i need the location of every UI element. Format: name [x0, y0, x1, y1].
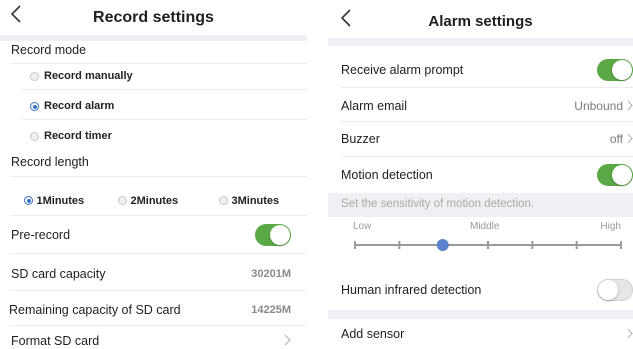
- divider: [11, 290, 307, 291]
- sd-remaining-value: 14225M: [251, 304, 291, 316]
- sd-capacity-value: 30201M: [251, 268, 291, 280]
- toggle-knob: [612, 165, 632, 185]
- format-sd-label: Format SD card: [11, 334, 100, 348]
- radio-selected-icon: [30, 102, 39, 112]
- infrared-row: Human infrared detection: [328, 279, 633, 301]
- divider: [11, 325, 307, 326]
- radio-icon: [30, 72, 39, 82]
- radio-record-alarm[interactable]: Record alarm: [0, 97, 307, 115]
- divider: [11, 176, 307, 177]
- option-label: 2Minutes: [130, 195, 179, 207]
- buzzer-label: Buzzer: [341, 132, 380, 146]
- buzzer-row[interactable]: Buzzer off: [328, 130, 633, 148]
- receive-alarm-toggle[interactable]: [597, 59, 633, 81]
- receive-alarm-label: Receive alarm prompt: [341, 63, 464, 77]
- divider: [341, 121, 633, 122]
- divider: [22, 119, 307, 120]
- option-label: Record alarm: [44, 100, 115, 112]
- divider: [11, 215, 307, 216]
- gutter: [307, 0, 328, 349]
- record-length-label: Record length: [11, 155, 89, 169]
- sensitivity-hint: Set the sensitivity of motion detection.: [341, 198, 535, 210]
- radio-icon: [118, 196, 127, 206]
- pre-record-row: Pre-record: [0, 224, 307, 246]
- radio-1min[interactable]: 1Minutes: [24, 193, 84, 207]
- divider: [328, 310, 633, 319]
- divider: [341, 87, 633, 88]
- sensitivity-slider[interactable]: Low Middle High: [328, 217, 633, 261]
- page-title: Record settings: [93, 9, 214, 26]
- toggle-knob: [270, 225, 290, 245]
- toggle-knob: [598, 280, 618, 300]
- radio-3min[interactable]: 3Minutes: [219, 193, 279, 207]
- pre-record-label: Pre-record: [11, 228, 71, 242]
- sensitivity-hint-bar: Set the sensitivity of motion detection.: [328, 193, 633, 217]
- sd-remaining-row: Remaining capacity of SD card 14225M: [0, 301, 307, 319]
- motion-detection-label: Motion detection: [341, 168, 433, 182]
- record-mode-label: Record mode: [11, 43, 87, 57]
- infrared-toggle[interactable]: [597, 279, 633, 301]
- alarm-settings-screen: Alarm settings Receive alarm prompt Alar…: [328, 0, 633, 349]
- record-mode-heading: Record mode: [0, 41, 307, 59]
- pre-record-toggle[interactable]: [255, 224, 291, 246]
- record-settings-screen: Record settings Record mode Record manua…: [0, 0, 307, 349]
- divider: [11, 253, 307, 254]
- format-sd-row[interactable]: Format SD card: [0, 332, 307, 349]
- chevron-right-icon: [627, 99, 633, 114]
- alarm-email-value: Unbound: [574, 99, 623, 113]
- record-length-heading: Record length: [0, 153, 307, 171]
- option-label: 1Minutes: [36, 195, 85, 207]
- radio-record-manually[interactable]: Record manually: [0, 67, 307, 85]
- length-options: 1Minutes 2Minutes 3Minutes: [0, 191, 307, 209]
- radio-icon: [30, 132, 39, 142]
- infrared-label: Human infrared detection: [341, 283, 482, 297]
- chevron-right-icon: [627, 132, 633, 147]
- alarm-email-label: Alarm email: [341, 99, 407, 113]
- add-sensor-row[interactable]: Add sensor: [328, 325, 633, 343]
- sd-capacity-row: SD card capacity 30201M: [0, 265, 307, 283]
- alarm-email-row[interactable]: Alarm email Unbound: [328, 97, 633, 115]
- divider: [22, 89, 307, 90]
- slider-track[interactable]: [328, 217, 633, 261]
- option-label: Record manually: [44, 70, 133, 82]
- page-title: Alarm settings: [428, 13, 533, 30]
- radio-record-timer[interactable]: Record timer: [0, 127, 307, 145]
- sd-capacity-label: SD card capacity: [11, 267, 106, 281]
- chevron-right-icon: [284, 334, 291, 349]
- record-header: Record settings: [0, 0, 307, 35]
- radio-icon: [219, 196, 228, 206]
- sd-remaining-label: Remaining capacity of SD card: [9, 303, 181, 317]
- receive-alarm-row: Receive alarm prompt: [328, 59, 633, 81]
- slider-knob[interactable]: [436, 239, 449, 251]
- option-label: 3Minutes: [231, 195, 280, 207]
- radio-2min[interactable]: 2Minutes: [118, 193, 178, 207]
- divider: [341, 156, 633, 157]
- chevron-right-icon: [627, 327, 633, 342]
- divider: [11, 63, 307, 64]
- radio-selected-icon: [24, 196, 33, 206]
- motion-detection-row: Motion detection: [328, 164, 633, 186]
- toggle-knob: [612, 60, 632, 80]
- divider: [328, 38, 633, 46]
- add-sensor-label: Add sensor: [341, 327, 405, 341]
- buzzer-value: off: [609, 132, 623, 146]
- motion-detection-toggle[interactable]: [597, 164, 633, 186]
- spacer: [328, 261, 633, 271]
- alarm-header: Alarm settings: [328, 0, 633, 38]
- option-label: Record timer: [44, 130, 112, 142]
